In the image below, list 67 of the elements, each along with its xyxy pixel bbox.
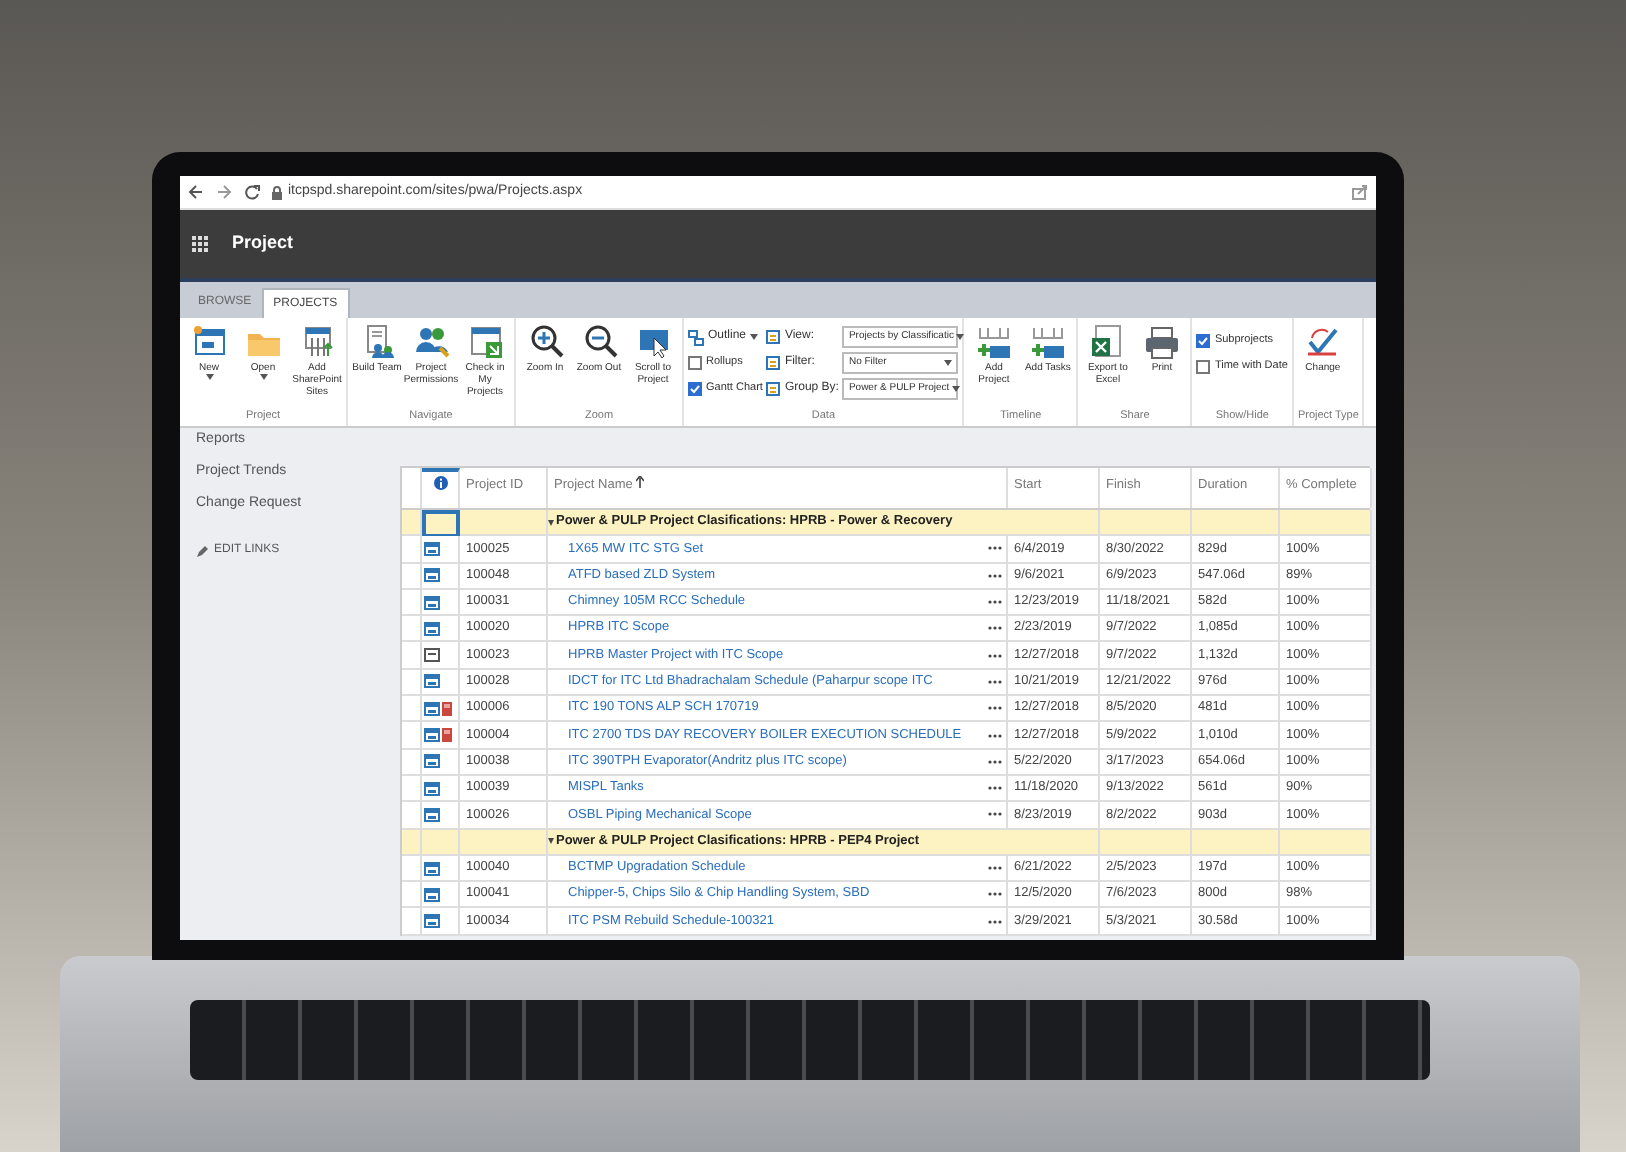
zoom-in-icon bbox=[527, 324, 563, 360]
project-icon bbox=[424, 621, 440, 636]
zoom-out-icon bbox=[581, 324, 617, 360]
more-icon[interactable] bbox=[988, 626, 1002, 631]
sites-icon bbox=[299, 324, 335, 360]
caret-icon bbox=[259, 374, 267, 380]
check-in-icon bbox=[467, 324, 503, 360]
more-icon[interactable] bbox=[988, 786, 1002, 791]
more-icon[interactable] bbox=[988, 706, 1002, 711]
info-icon bbox=[433, 476, 447, 490]
more-icon[interactable] bbox=[988, 600, 1002, 605]
table-cell[interactable] bbox=[422, 510, 460, 537]
caret-icon bbox=[205, 374, 213, 380]
more-icon[interactable] bbox=[988, 892, 1002, 897]
caret-icon bbox=[951, 386, 960, 392]
collapse-icon[interactable] bbox=[548, 838, 554, 845]
app-title: Project bbox=[232, 230, 294, 257]
excel-icon bbox=[1089, 324, 1126, 360]
reload-icon[interactable] bbox=[244, 184, 260, 200]
share-icon[interactable] bbox=[1352, 184, 1368, 200]
forward-icon[interactable] bbox=[216, 184, 232, 200]
change-icon bbox=[1304, 324, 1341, 360]
more-icon[interactable] bbox=[988, 546, 1002, 551]
caret-icon bbox=[944, 360, 953, 366]
caret-icon bbox=[955, 334, 964, 340]
add-tasks-icon bbox=[1029, 324, 1066, 360]
pencil-icon bbox=[196, 545, 208, 557]
back-icon[interactable] bbox=[188, 184, 204, 200]
collapse-icon[interactable] bbox=[548, 519, 554, 526]
caret-icon bbox=[750, 334, 759, 340]
field-icon bbox=[766, 356, 781, 370]
project-icon bbox=[424, 754, 440, 769]
more-icon[interactable] bbox=[988, 679, 1002, 684]
more-icon[interactable] bbox=[988, 759, 1002, 764]
print-icon bbox=[1143, 324, 1180, 360]
project-icon bbox=[424, 568, 440, 583]
project-icon bbox=[424, 807, 440, 822]
app-launcher-icon[interactable] bbox=[192, 236, 208, 252]
checkbox[interactable] bbox=[688, 382, 702, 396]
project-icon bbox=[424, 781, 440, 796]
checkbox[interactable] bbox=[1196, 360, 1211, 374]
cursor-icon bbox=[635, 324, 671, 360]
project-icon bbox=[424, 595, 440, 610]
checkbox[interactable] bbox=[688, 356, 702, 370]
project-icon bbox=[424, 674, 440, 689]
people-icon bbox=[413, 324, 449, 360]
more-icon[interactable] bbox=[988, 653, 1002, 658]
add-project-icon bbox=[975, 324, 1012, 360]
field-icon bbox=[766, 382, 781, 396]
more-icon[interactable] bbox=[988, 919, 1002, 924]
project-icon bbox=[424, 541, 440, 556]
checkbox[interactable] bbox=[1196, 334, 1211, 348]
project-icon bbox=[424, 887, 440, 902]
page-icon bbox=[424, 648, 440, 663]
field-icon bbox=[766, 330, 781, 344]
table-cell bbox=[1192, 829, 1280, 856]
table-cell bbox=[1280, 829, 1372, 856]
more-icon[interactable] bbox=[988, 573, 1002, 578]
window-icon bbox=[191, 324, 227, 360]
project-icon bbox=[424, 914, 440, 929]
project-icon bbox=[424, 728, 440, 743]
project-icon bbox=[424, 861, 440, 875]
project-icon bbox=[424, 701, 440, 716]
outline-icon bbox=[688, 329, 704, 345]
lock-icon bbox=[272, 185, 282, 199]
more-icon[interactable] bbox=[988, 812, 1002, 817]
more-icon[interactable] bbox=[988, 733, 1002, 738]
